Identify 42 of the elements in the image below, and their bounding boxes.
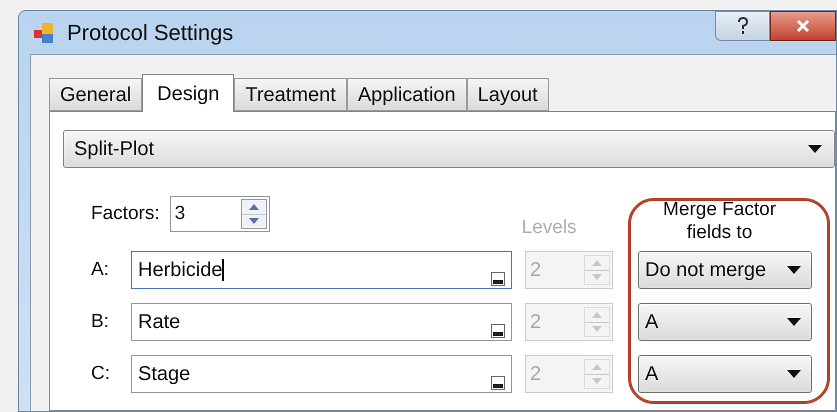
tab[interactable]: Treatment xyxy=(234,78,347,111)
factor-label: C: xyxy=(91,362,111,386)
dropdown-arrow-icon xyxy=(808,145,822,153)
dropdown-arrow-icon xyxy=(787,266,801,274)
factors-label: Factors: xyxy=(91,202,160,226)
tab[interactable]: Design xyxy=(142,74,234,112)
help-button[interactable] xyxy=(715,11,770,41)
factor-label: A: xyxy=(91,258,110,282)
tab[interactable]: Application xyxy=(346,78,467,111)
up-arrow-icon xyxy=(592,364,602,370)
help-icon xyxy=(736,17,748,35)
close-icon xyxy=(796,19,810,33)
factor-name-field[interactable]: Rate xyxy=(131,303,512,341)
app-icon xyxy=(33,22,55,44)
merge-header: Merge Factor fields to xyxy=(662,198,778,244)
dropdown-arrow-icon xyxy=(787,318,801,326)
down-arrow-icon xyxy=(592,326,602,332)
up-arrow-icon xyxy=(592,260,602,266)
text-cursor xyxy=(222,259,224,281)
factors-spinner[interactable]: 3 xyxy=(170,196,270,232)
down-arrow-icon xyxy=(592,274,602,280)
factor-label: B: xyxy=(91,310,110,334)
spin-buttons[interactable] xyxy=(240,199,267,229)
dropdown-arrow-icon xyxy=(787,370,801,378)
tab[interactable]: Layout xyxy=(466,78,549,111)
factor-name-field[interactable]: Stage xyxy=(131,355,512,393)
list-icon xyxy=(491,324,505,338)
merge-dropdown[interactable]: Do not merge xyxy=(638,251,812,289)
down-arrow-icon xyxy=(248,218,259,224)
tab[interactable]: General xyxy=(49,78,142,111)
merge-dropdown[interactable]: A xyxy=(638,355,812,393)
list-icon xyxy=(491,272,505,286)
down-arrow-icon xyxy=(592,378,602,384)
up-arrow-icon xyxy=(248,204,259,210)
levels-header: Levels xyxy=(522,216,577,240)
design-dropdown[interactable]: Split-Plot xyxy=(63,130,835,168)
close-button[interactable] xyxy=(770,11,836,41)
up-arrow-icon xyxy=(592,312,602,318)
factor-name-field[interactable]: Herbicide xyxy=(131,251,512,289)
list-icon xyxy=(491,376,505,390)
merge-dropdown[interactable]: A xyxy=(638,303,812,341)
window-title: Protocol Settings xyxy=(67,19,234,47)
